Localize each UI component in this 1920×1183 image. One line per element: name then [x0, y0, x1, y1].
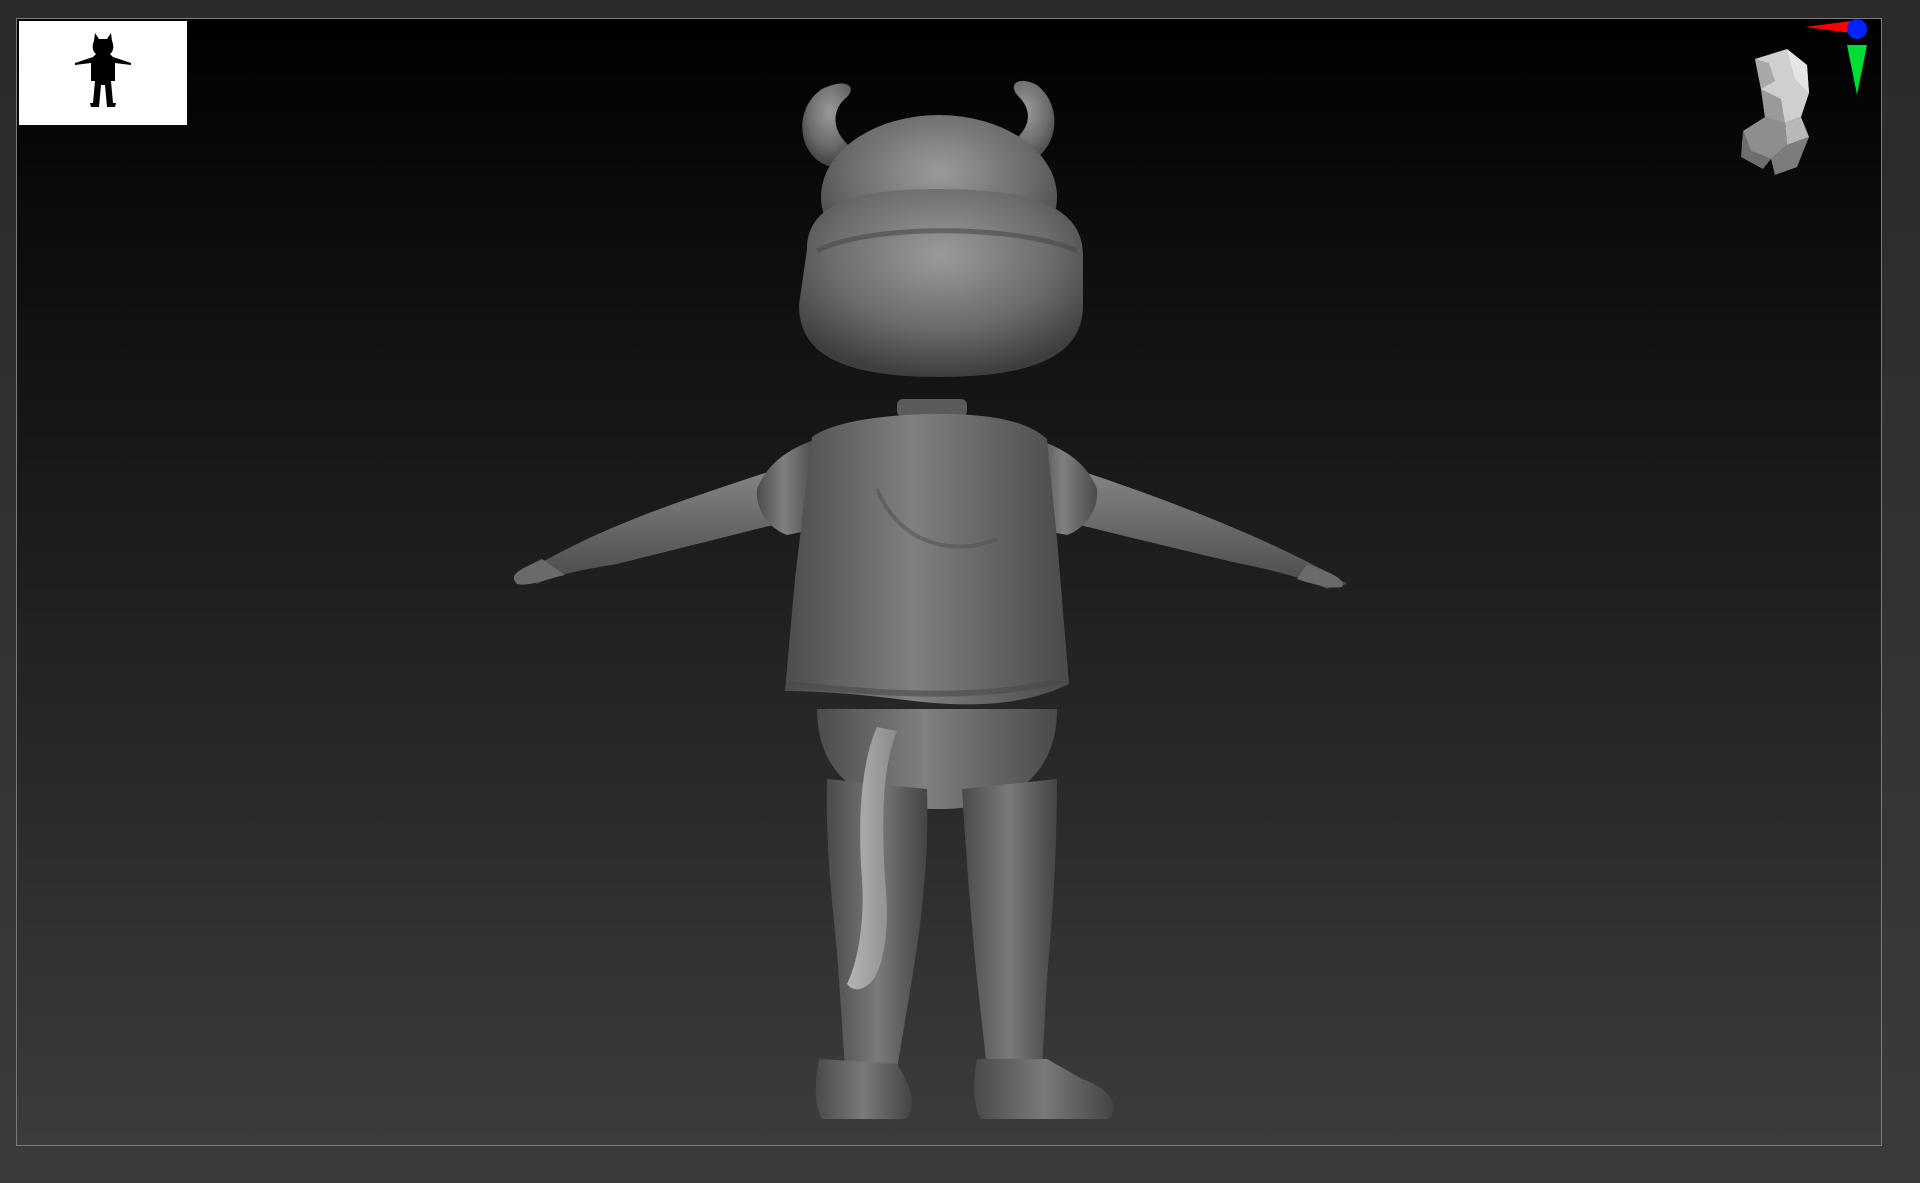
right-foot [974, 1059, 1114, 1119]
left-arm [522, 469, 777, 584]
left-foot [815, 1059, 912, 1119]
sculpt-model-canvas[interactable] [17, 19, 1882, 1146]
y-axis-arrow [1847, 45, 1867, 95]
shirt-torso [785, 414, 1069, 705]
head [799, 189, 1083, 377]
thumbnail-preview[interactable] [19, 21, 187, 125]
3d-viewport[interactable] [16, 18, 1882, 1146]
head-orientation-gizmo-icon [1741, 19, 1867, 175]
right-leg [962, 779, 1057, 1069]
app-window [0, 0, 1920, 1183]
x-axis-arrow [1805, 21, 1851, 33]
character-silhouette-icon [75, 33, 131, 107]
navigation-gizmo[interactable] [1725, 19, 1875, 199]
z-axis-dot [1847, 19, 1867, 39]
